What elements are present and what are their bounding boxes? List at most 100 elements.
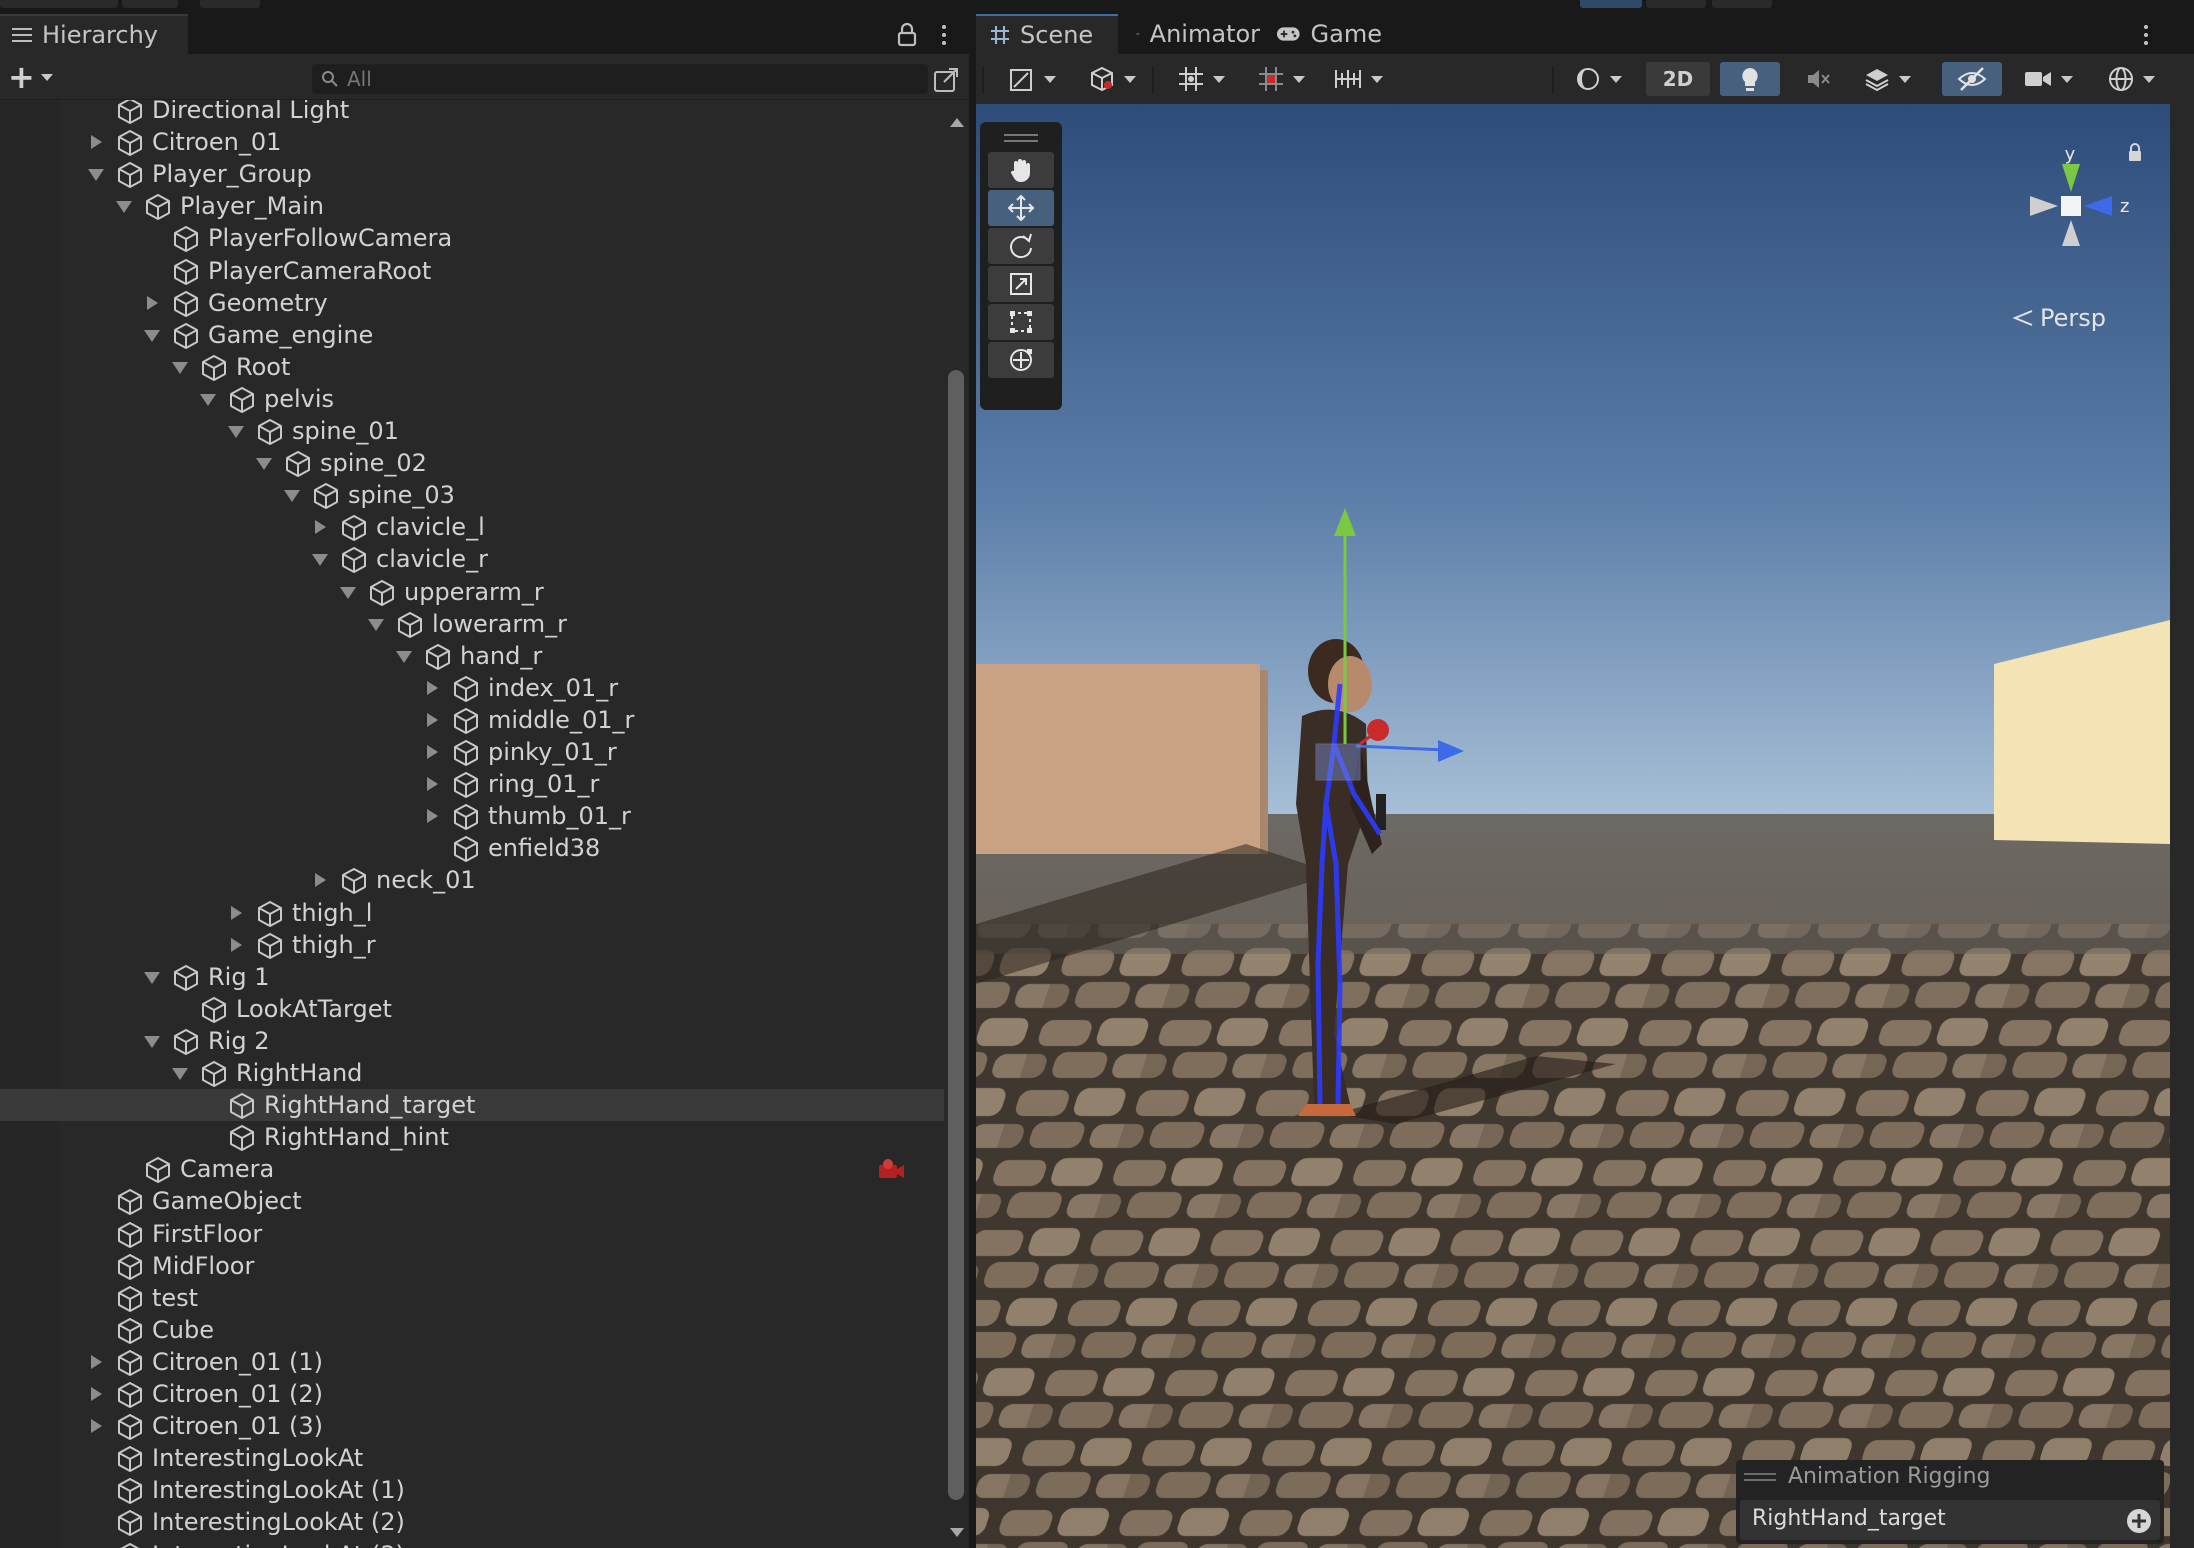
hierarchy-item-player-group[interactable]: Player_Group — [0, 158, 944, 190]
hierarchy-item-clavicle-l[interactable]: clavicle_l — [0, 511, 944, 543]
tool-handle-dropdown[interactable] — [1004, 62, 1060, 96]
lighting-toggle[interactable] — [1720, 62, 1780, 96]
increment-snap-dropdown[interactable] — [1252, 62, 1310, 96]
global-local-dropdown[interactable] — [1084, 62, 1140, 96]
rect-tool-button[interactable] — [988, 304, 1054, 340]
expanded-arrow-icon[interactable] — [172, 1068, 188, 1080]
hierarchy-item-righthand-target[interactable]: RightHand_target — [0, 1089, 944, 1121]
hierarchy-item-citroen-01[interactable]: Citroen_01 — [0, 126, 944, 158]
hierarchy-item-interestinglookat[interactable]: InterestingLookAt — [0, 1442, 944, 1474]
overlay-grip[interactable] — [1004, 134, 1038, 142]
panel-divider[interactable] — [969, 14, 976, 1548]
hierarchy-item-lookattarget[interactable]: LookAtTarget — [0, 993, 944, 1025]
hierarchy-item-interestinglookat-3[interactable]: InterestingLookAt (3) — [0, 1539, 944, 1548]
hierarchy-item-directional-light[interactable]: Directional Light — [0, 100, 944, 126]
hierarchy-item-pinky-01-r[interactable]: pinky_01_r — [0, 736, 944, 768]
hierarchy-item-interestinglookat-2[interactable]: InterestingLookAt (2) — [0, 1506, 944, 1538]
hierarchy-item-test[interactable]: test — [0, 1282, 944, 1314]
hierarchy-item-hand-r[interactable]: hand_r — [0, 640, 944, 672]
hierarchy-item-game-engine[interactable]: Game_engine — [0, 319, 944, 351]
audio-toggle[interactable] — [1794, 62, 1842, 96]
camera-settings-dropdown[interactable] — [2012, 62, 2084, 96]
gizmo-lock-icon[interactable] — [2126, 142, 2144, 164]
search-input[interactable] — [347, 67, 887, 91]
collapsed-arrow-icon[interactable] — [231, 906, 242, 920]
scene-viewport[interactable]: y z Persp Animation Rigging RightHand_ta… — [976, 104, 2170, 1548]
scene-visibility-toggle[interactable] — [1942, 62, 2002, 96]
overlay-header[interactable]: Animation Rigging — [1744, 1464, 1991, 1489]
collapsed-arrow-icon[interactable] — [315, 520, 326, 534]
hierarchy-item-gameobject[interactable]: GameObject — [0, 1185, 944, 1217]
expanded-arrow-icon[interactable] — [340, 587, 356, 599]
overlay-grip[interactable] — [1744, 1473, 1776, 1481]
collapsed-arrow-icon[interactable] — [427, 809, 438, 823]
hierarchy-item-spine-01[interactable]: spine_01 — [0, 415, 944, 447]
collapsed-arrow-icon[interactable] — [91, 1355, 102, 1369]
expanded-arrow-icon[interactable] — [312, 554, 328, 566]
expanded-arrow-icon[interactable] — [116, 201, 132, 213]
collapsed-arrow-icon[interactable] — [427, 713, 438, 727]
create-button[interactable]: + — [8, 62, 60, 92]
hierarchy-item-player-main[interactable]: Player_Main — [0, 190, 944, 222]
hierarchy-item-pelvis[interactable]: pelvis — [0, 383, 944, 415]
scroll-up-icon[interactable] — [950, 118, 964, 127]
hierarchy-item-righthand[interactable]: RightHand — [0, 1057, 944, 1089]
expanded-arrow-icon[interactable] — [228, 426, 244, 438]
effects-dropdown[interactable] — [1852, 62, 1922, 96]
hierarchy-search[interactable] — [312, 64, 928, 94]
hierarchy-item-rig-1[interactable]: Rig 1 — [0, 961, 944, 993]
open-window-icon[interactable] — [932, 66, 960, 94]
hierarchy-item-index-01-r[interactable]: index_01_r — [0, 672, 944, 704]
hierarchy-item-citroen-01-1[interactable]: Citroen_01 (1) — [0, 1346, 944, 1378]
camera-warning-icon[interactable] — [876, 1156, 906, 1184]
hierarchy-item-spine-02[interactable]: spine_02 — [0, 447, 944, 479]
hierarchy-item-playerfollowcamera[interactable]: PlayerFollowCamera — [0, 222, 944, 254]
collapsed-arrow-icon[interactable] — [91, 1419, 102, 1433]
expanded-arrow-icon[interactable] — [200, 394, 216, 406]
overlay-target-field[interactable]: RightHand_target — [1740, 1500, 2160, 1540]
expanded-arrow-icon[interactable] — [368, 619, 384, 631]
hierarchy-item-rig-2[interactable]: Rig 2 — [0, 1025, 944, 1057]
hierarchy-item-clavicle-r[interactable]: clavicle_r — [0, 543, 944, 575]
hierarchy-item-middle-01-r[interactable]: middle_01_r — [0, 704, 944, 736]
collapsed-arrow-icon[interactable] — [147, 296, 158, 310]
hierarchy-item-midfloor[interactable]: MidFloor — [0, 1250, 944, 1282]
expanded-arrow-icon[interactable] — [256, 458, 272, 470]
hierarchy-item-ring-01-r[interactable]: ring_01_r — [0, 768, 944, 800]
tab-hierarchy[interactable]: Hierarchy — [0, 14, 188, 54]
collapsed-arrow-icon[interactable] — [91, 1387, 102, 1401]
expanded-arrow-icon[interactable] — [144, 330, 160, 342]
scale-tool-button[interactable] — [988, 266, 1054, 302]
hierarchy-item-upperarm-r[interactable]: upperarm_r — [0, 576, 944, 608]
hierarchy-item-thigh-r[interactable]: thigh_r — [0, 929, 944, 961]
snap-settings-dropdown[interactable] — [1328, 62, 1388, 96]
hierarchy-item-spine-03[interactable]: spine_03 — [0, 479, 944, 511]
collapsed-arrow-icon[interactable] — [427, 777, 438, 791]
rotate-tool-button[interactable] — [988, 228, 1054, 264]
transform-tool-button[interactable] — [988, 342, 1054, 378]
hierarchy-item-thigh-l[interactable]: thigh_l — [0, 897, 944, 929]
expanded-arrow-icon[interactable] — [172, 362, 188, 374]
hierarchy-item-root[interactable]: Root — [0, 351, 944, 383]
hierarchy-item-enfield38[interactable]: enfield38 — [0, 832, 944, 864]
hierarchy-menu-icon[interactable] — [936, 22, 952, 48]
tab-animator[interactable]: Animator — [1122, 14, 1260, 54]
hand-tool-button[interactable] — [988, 152, 1054, 188]
collapsed-arrow-icon[interactable] — [427, 745, 438, 759]
hierarchy-item-firstfloor[interactable]: FirstFloor — [0, 1218, 944, 1250]
expanded-arrow-icon[interactable] — [284, 490, 300, 502]
collapsed-arrow-icon[interactable] — [91, 135, 102, 149]
toggle-2d-button[interactable]: 2D — [1646, 62, 1710, 96]
expanded-arrow-icon[interactable] — [396, 651, 412, 663]
move-tool-button[interactable] — [988, 190, 1054, 226]
lock-icon[interactable] — [896, 22, 918, 48]
shading-mode-dropdown[interactable] — [1566, 62, 1630, 96]
tab-game[interactable]: Game — [1262, 14, 1382, 54]
hierarchy-item-playercameraroot[interactable]: PlayerCameraRoot — [0, 255, 944, 287]
hierarchy-item-righthand-hint[interactable]: RightHand_hint — [0, 1121, 944, 1153]
expanded-arrow-icon[interactable] — [144, 972, 160, 984]
hierarchy-item-camera[interactable]: Camera — [0, 1153, 944, 1185]
expanded-arrow-icon[interactable] — [88, 169, 104, 181]
add-circle-icon[interactable] — [2126, 1508, 2152, 1534]
scene-menu-icon[interactable] — [2138, 22, 2154, 48]
